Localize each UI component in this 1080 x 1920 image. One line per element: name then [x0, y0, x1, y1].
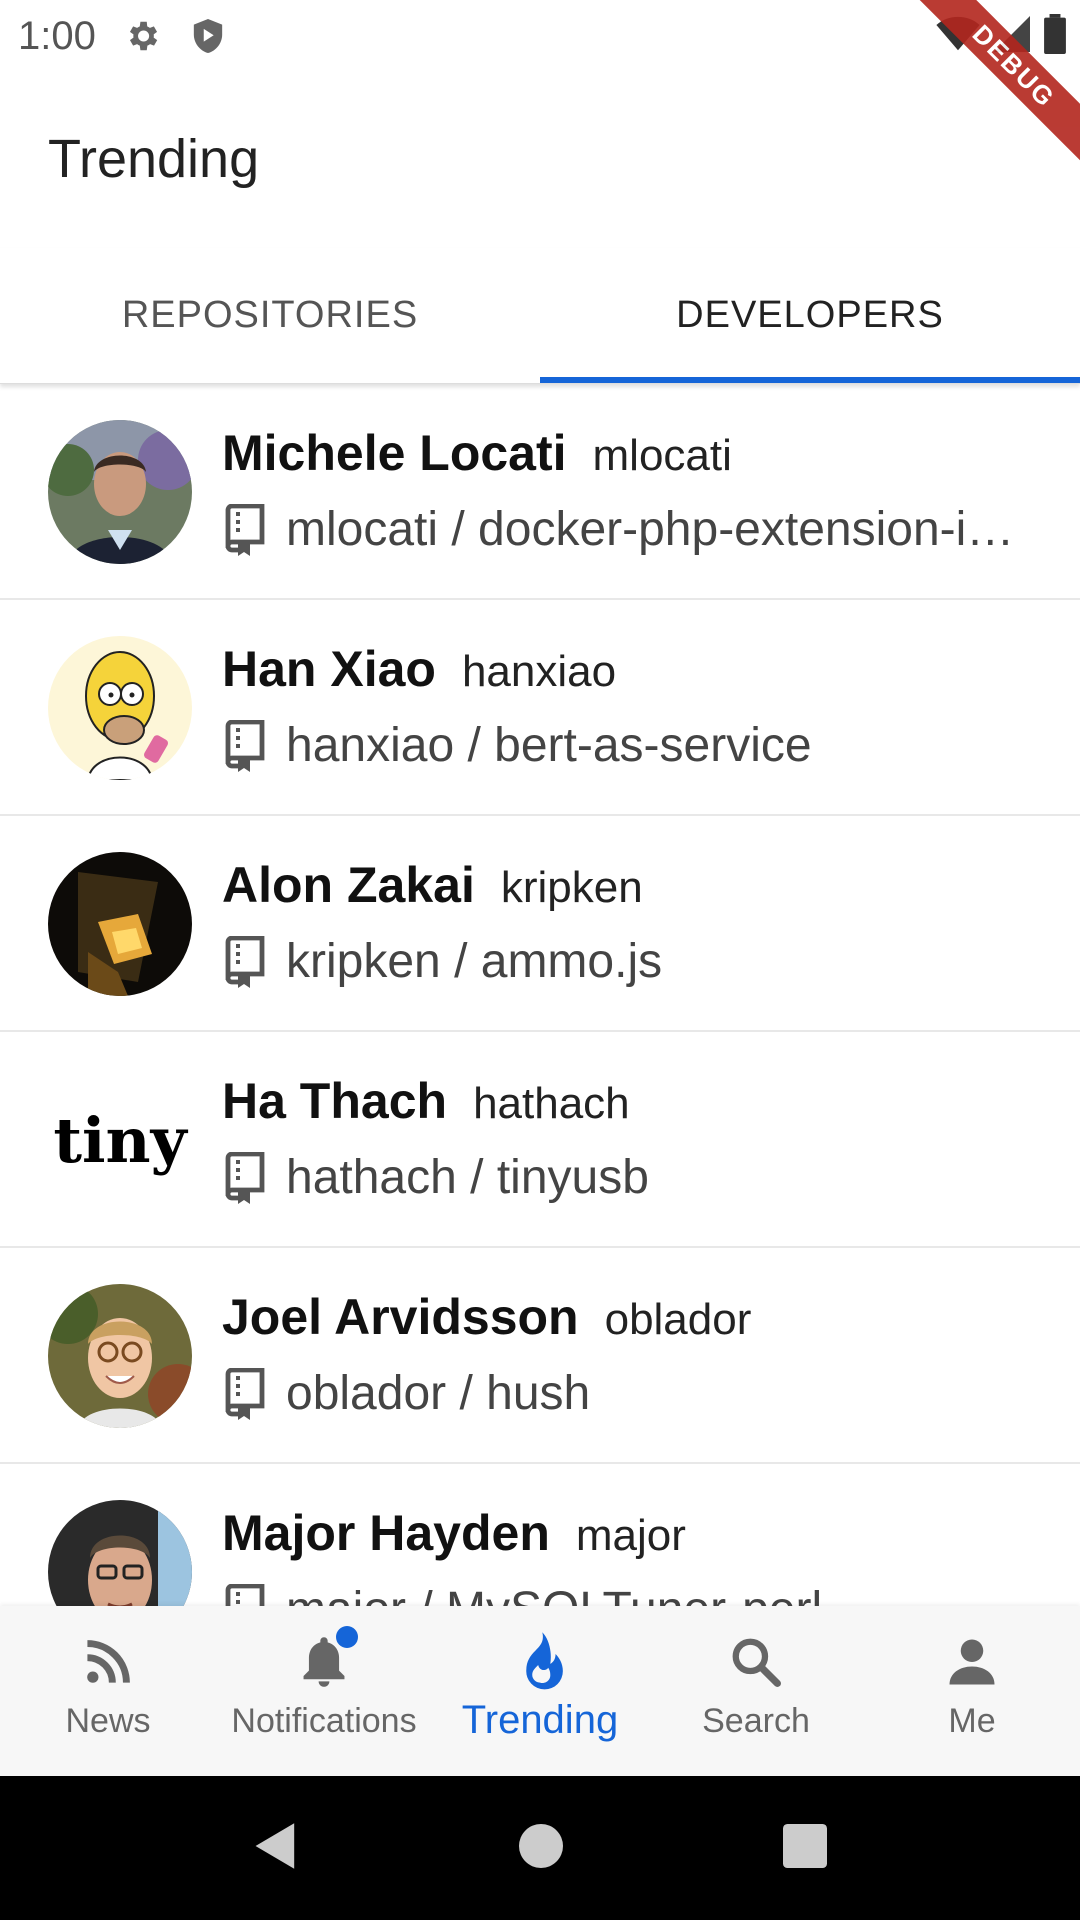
- repo-link[interactable]: oblador / hush: [286, 1366, 590, 1421]
- developer-name: Major Hayden: [222, 1505, 550, 1561]
- wifi-icon: [936, 16, 980, 57]
- notification-badge: [336, 1626, 358, 1648]
- developer-login: hanxiao: [461, 647, 617, 696]
- back-icon[interactable]: [253, 1821, 299, 1876]
- nav-label: Me: [948, 1702, 996, 1740]
- list-item[interactable]: Alon Zakai kripken kripken / ammo.js: [0, 816, 1080, 1032]
- home-icon[interactable]: [519, 1823, 563, 1873]
- person-icon: [942, 1632, 1002, 1692]
- nav-search[interactable]: Search: [648, 1606, 864, 1776]
- repo-icon: [222, 1151, 266, 1204]
- repo-link[interactable]: hathach / tinyusb: [286, 1150, 649, 1205]
- list-item[interactable]: Han Xiao hanxiao hanxiao / bert-as-servi…: [0, 600, 1080, 816]
- page-title: Trending: [48, 129, 260, 189]
- avatar[interactable]: [48, 1500, 192, 1606]
- avatar[interactable]: [48, 852, 192, 996]
- nav-label: Search: [702, 1702, 810, 1740]
- avatar-logo-text: tiny: [53, 1104, 188, 1177]
- nav-trending[interactable]: Trending: [432, 1606, 648, 1776]
- tab-repositories[interactable]: REPOSITORIES: [0, 248, 540, 383]
- developer-name: Ha Thach: [222, 1073, 448, 1129]
- developer-login: kripken: [500, 863, 643, 912]
- system-nav-bar: [0, 1776, 1080, 1920]
- repo-icon: [222, 503, 266, 556]
- avatar[interactable]: [48, 1284, 192, 1428]
- repo-link[interactable]: major / MySQLTuner-perl: [286, 1582, 822, 1606]
- battery-icon: [1044, 14, 1066, 59]
- developer-login: oblador: [604, 1295, 752, 1344]
- search-icon: [726, 1632, 786, 1692]
- developer-login: hathach: [473, 1079, 630, 1128]
- list-item[interactable]: Major Hayden major major / MySQLTuner-pe…: [0, 1464, 1080, 1606]
- nav-label: Notifications: [231, 1702, 417, 1740]
- developer-name: Han Xiao: [222, 641, 436, 697]
- nav-notifications[interactable]: Notifications: [216, 1606, 432, 1776]
- repo-link[interactable]: kripken / ammo.js: [286, 934, 662, 989]
- nav-label: News: [65, 1702, 151, 1740]
- bell-icon: [294, 1626, 358, 1692]
- developer-login: major: [575, 1511, 686, 1560]
- nav-label: Trending: [461, 1698, 619, 1742]
- avatar[interactable]: tiny: [48, 1068, 192, 1212]
- list-item[interactable]: Michele Locati mlocati mlocati / docker-…: [0, 384, 1080, 600]
- status-bar: 1:00: [0, 0, 1080, 72]
- tab-developers[interactable]: DEVELOPERS: [540, 248, 1080, 383]
- repo-icon: [222, 1583, 266, 1606]
- signal-icon: [994, 16, 1030, 57]
- tab-bar: REPOSITORIES DEVELOPERS: [0, 248, 1080, 384]
- developer-login: mlocati: [592, 431, 732, 480]
- repo-icon: [222, 1367, 266, 1420]
- repo-icon: [222, 719, 266, 772]
- app-bar: Trending: [0, 72, 1080, 248]
- nav-me[interactable]: Me: [864, 1606, 1080, 1776]
- repo-link[interactable]: hanxiao / bert-as-service: [286, 718, 812, 773]
- rss-icon: [78, 1632, 138, 1692]
- list-item[interactable]: Joel Arvidsson oblador oblador / hush: [0, 1248, 1080, 1464]
- developer-list: Michele Locati mlocati mlocati / docker-…: [0, 384, 1080, 1606]
- recents-icon[interactable]: [783, 1823, 827, 1873]
- developer-name: Michele Locati: [222, 425, 567, 481]
- flame-icon: [510, 1632, 570, 1692]
- avatar[interactable]: [48, 420, 192, 564]
- status-time: 1:00: [18, 13, 96, 58]
- list-item[interactable]: tiny Ha Thach hathach hathach / tinyusb: [0, 1032, 1080, 1248]
- nav-news[interactable]: News: [0, 1606, 216, 1776]
- developer-name: Joel Arvidsson: [222, 1289, 579, 1345]
- repo-link[interactable]: mlocati / docker-php-extension-installer: [286, 502, 1032, 557]
- shield-icon: [188, 16, 228, 56]
- bottom-nav: News Notifications Trending Search Me: [0, 1606, 1080, 1776]
- repo-icon: [222, 935, 266, 988]
- developer-name: Alon Zakai: [222, 857, 475, 913]
- gear-icon: [122, 16, 162, 56]
- avatar[interactable]: [48, 636, 192, 780]
